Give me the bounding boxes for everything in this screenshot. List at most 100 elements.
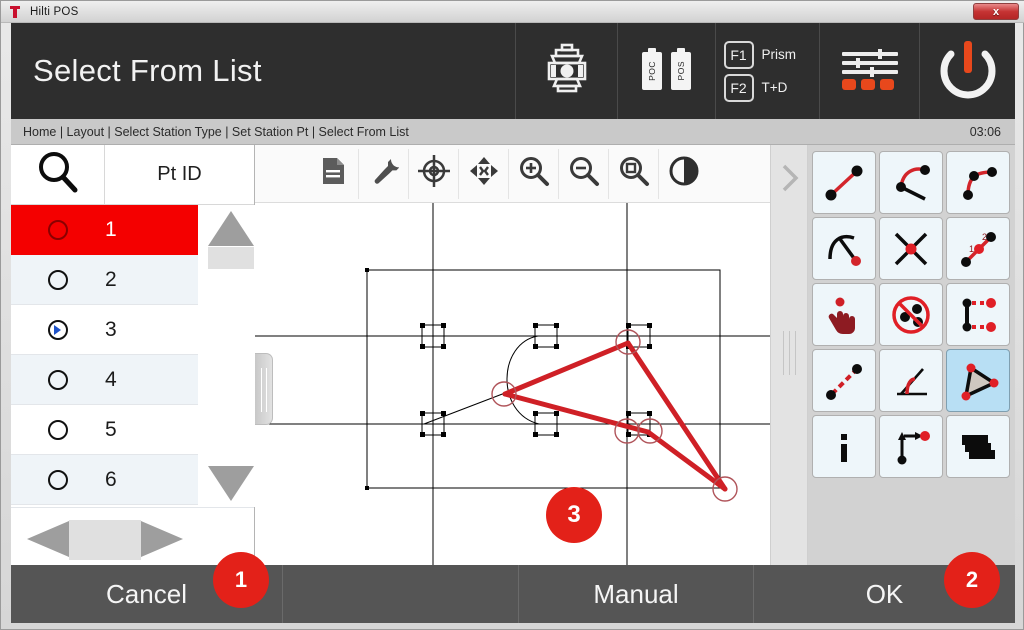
clock: 03:06 — [969, 124, 1001, 139]
battery-status-button[interactable]: POC POS — [617, 23, 715, 119]
delete-points-tool[interactable] — [879, 283, 943, 346]
no-points-icon — [892, 295, 930, 334]
arc-chord-tool[interactable] — [879, 151, 943, 214]
drawing-canvas[interactable]: 3 — [255, 203, 770, 565]
row-ptid: 4 — [105, 367, 117, 391]
line-two-points-tool[interactable] — [812, 151, 876, 214]
row-radio[interactable] — [11, 269, 105, 290]
function-key-f1[interactable]: F1 Prism — [723, 40, 812, 69]
application-window: Hilti POS x Select From List POC POS F1 … — [0, 0, 1024, 630]
row-ptid: 6 — [105, 467, 117, 491]
report-button[interactable] — [309, 148, 359, 199]
pan-button[interactable] — [459, 148, 509, 199]
row-radio[interactable] — [11, 469, 105, 490]
panel-splitter[interactable] — [770, 145, 808, 565]
arc-endpoint-tool[interactable] — [812, 217, 876, 280]
layers-icon — [962, 434, 995, 459]
list-vertical-scrollbar[interactable] — [198, 205, 255, 507]
main-body: Pt ID 1 2 3 4 5 6 3 1 2 — [11, 145, 1015, 565]
row-ptid: 2 — [105, 267, 117, 291]
list-header: Pt ID — [11, 145, 254, 205]
annotation-badge-1: 1 — [213, 552, 269, 608]
manual-button[interactable]: Manual — [519, 565, 754, 623]
title-bar: Hilti POS x — [1, 1, 1024, 23]
scroll-thumb-horizontal[interactable] — [69, 520, 141, 560]
breadcrumb: Home | Layout | Select Station Type | Se… — [11, 119, 1015, 145]
row-radio[interactable] — [11, 369, 105, 390]
triangle-left-icon[interactable] — [27, 521, 69, 557]
table-row[interactable]: 2 — [11, 255, 198, 305]
f2-key-box: F2 — [723, 73, 754, 102]
canvas-column: 3 — [255, 145, 770, 565]
triangle-up-icon[interactable] — [208, 211, 254, 246]
angle-tool[interactable] — [879, 349, 943, 412]
table-row[interactable]: 5 — [11, 405, 198, 455]
drawing-toolbar — [255, 145, 770, 203]
point-list-panel: Pt ID 1 2 3 4 5 6 — [11, 145, 255, 565]
search-button[interactable] — [11, 145, 105, 204]
target-button[interactable] — [409, 148, 459, 199]
pick-point-tool[interactable] — [812, 283, 876, 346]
app-title: Hilti POS — [30, 5, 79, 18]
row-radio[interactable] — [11, 319, 105, 340]
dashed-line-tool[interactable] — [812, 349, 876, 412]
triangle-down-icon[interactable] — [208, 466, 254, 501]
table-row[interactable]: 6 — [11, 455, 198, 505]
zoom-out-icon — [568, 155, 600, 192]
triangle-right-icon[interactable] — [141, 521, 183, 557]
zoom-in-button[interactable] — [509, 148, 559, 199]
hilti-logo-icon — [8, 5, 22, 19]
power-button[interactable] — [919, 23, 1015, 119]
offset-points-tool[interactable] — [946, 283, 1010, 346]
empty-button[interactable] — [283, 565, 519, 623]
intersection-tool[interactable] — [879, 217, 943, 280]
row-ptid: 5 — [105, 417, 117, 441]
layers-tool[interactable] — [946, 415, 1010, 478]
info-tool[interactable] — [812, 415, 876, 478]
zoom-in-icon — [518, 155, 550, 192]
divide-line-12-icon: 1 2 — [961, 231, 996, 267]
contrast-button[interactable] — [659, 149, 709, 199]
arc-chord-icon — [896, 164, 930, 201]
instrument-status-button[interactable] — [515, 23, 617, 119]
svg-text:1: 1 — [969, 244, 974, 254]
battery-icon-poc: POC — [642, 48, 662, 90]
tools-button[interactable] — [359, 148, 409, 199]
settings-button[interactable] — [819, 23, 919, 119]
crosshair-icon — [417, 154, 451, 193]
row-radio[interactable] — [11, 419, 105, 440]
table-row[interactable]: 3 — [11, 305, 198, 355]
list-horizontal-scrollbar[interactable] — [11, 507, 254, 565]
contrast-icon — [668, 155, 700, 192]
arc-corner-tool[interactable] — [946, 151, 1010, 214]
table-row[interactable]: 4 — [11, 355, 198, 405]
drag-handle-icon[interactable] — [255, 353, 273, 425]
arc-endpoint-icon — [828, 234, 861, 266]
column-header-ptid[interactable]: Pt ID — [105, 145, 254, 204]
function-key-f2[interactable]: F2 T+D — [723, 73, 812, 102]
annotation-badge-2: 2 — [944, 552, 1000, 608]
intersection-cross-icon — [894, 232, 928, 265]
zoom-out-button[interactable] — [559, 148, 609, 199]
arc-corner-icon — [963, 166, 997, 200]
total-station-icon — [544, 43, 590, 100]
scroll-thumb[interactable] — [208, 247, 254, 269]
area-triangle-tool[interactable] — [946, 349, 1010, 412]
splitter-handle-icon[interactable] — [777, 317, 803, 389]
axis-point-icon — [897, 430, 930, 464]
row-radio[interactable] — [11, 219, 105, 240]
angle-icon — [897, 367, 927, 395]
line-two-points-icon — [825, 165, 863, 200]
f1-key-label: Prism — [761, 47, 797, 62]
table-row[interactable]: 1 — [11, 205, 254, 255]
coordinate-tool[interactable] — [879, 415, 943, 478]
page-title: Select From List — [33, 53, 262, 88]
close-icon[interactable]: x — [973, 3, 1019, 20]
breadcrumb-path[interactable]: Home | Layout | Select Station Type | Se… — [23, 125, 409, 139]
app-header: Select From List POC POS F1 Prism F2 T+D — [11, 23, 1015, 119]
zoom-extents-button[interactable] — [609, 148, 659, 199]
pan-icon — [468, 155, 500, 192]
chevron-right-icon[interactable] — [780, 163, 800, 193]
divide-line-tool[interactable]: 1 2 — [946, 217, 1010, 280]
row-ptid: 1 — [105, 217, 117, 241]
